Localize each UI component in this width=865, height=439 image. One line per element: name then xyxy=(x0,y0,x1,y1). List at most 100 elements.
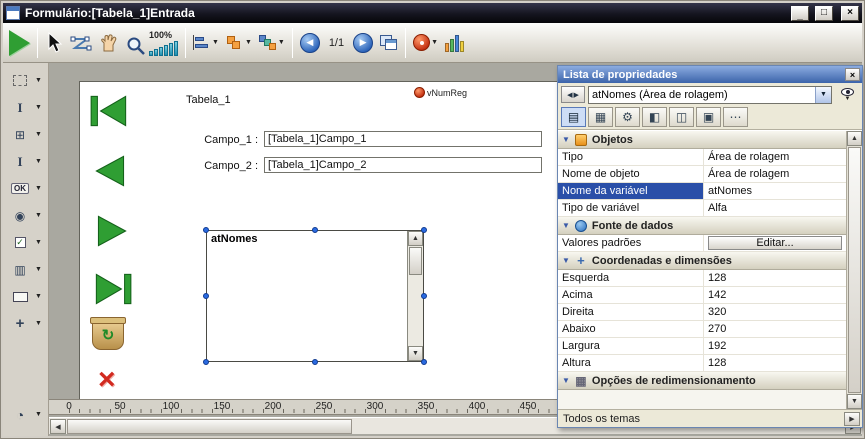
campo2-field-object[interactable]: [Tabela_1]Campo_2 xyxy=(264,157,542,173)
chevron-down-icon[interactable]: ▼ xyxy=(35,77,42,84)
selection-handle[interactable] xyxy=(203,359,209,365)
tool-list-box[interactable]: ▥▼ xyxy=(9,260,42,279)
property-value[interactable]: 128 xyxy=(704,270,846,286)
property-label[interactable]: Altura xyxy=(558,355,704,371)
chevron-down-icon[interactable]: ▼ xyxy=(35,266,42,273)
property-value[interactable]: 270 xyxy=(704,321,846,337)
numreg-variable-object[interactable]: vNumReg xyxy=(414,87,467,98)
property-label[interactable]: Esquerda xyxy=(558,270,704,286)
tab-list-view[interactable]: ▤ xyxy=(561,107,586,127)
chevron-down-icon[interactable]: ▼ xyxy=(815,87,831,103)
selection-handle[interactable] xyxy=(203,227,209,233)
scroll-left-icon[interactable]: ◀ xyxy=(50,419,66,434)
tool-button[interactable]: OK▼ xyxy=(9,179,42,198)
object-prev-next-button[interactable]: ◀ ▶ xyxy=(561,86,585,103)
selection-handle[interactable] xyxy=(421,227,427,233)
chevron-down-icon[interactable]: ▼ xyxy=(35,158,42,165)
form-pages-button[interactable] xyxy=(380,35,398,51)
scroll-up-icon[interactable]: ▲ xyxy=(847,131,862,146)
entry-order-tool-button[interactable] xyxy=(70,34,92,52)
property-grid-scrollbar[interactable]: ▲ ▼ xyxy=(846,131,862,409)
first-record-button[interactable] xyxy=(88,92,134,130)
maximize-button[interactable]: □ xyxy=(815,6,833,21)
next-record-button[interactable] xyxy=(88,212,134,250)
property-label[interactable]: Nome da variável xyxy=(558,183,704,199)
property-value[interactable]: 142 xyxy=(704,287,846,303)
property-value[interactable]: Alfa xyxy=(704,200,846,216)
tool-radio-button[interactable]: ◉▼ xyxy=(9,206,42,225)
chevron-down-icon[interactable]: ▼ xyxy=(35,320,42,327)
object-selector-dropdown[interactable]: atNomes (Área de rolagem) ▼ xyxy=(588,86,832,104)
previous-record-button[interactable] xyxy=(88,152,134,190)
close-button[interactable]: × xyxy=(841,6,859,21)
tab-coordinates[interactable]: ◧ xyxy=(642,107,667,127)
edit-default-values-button[interactable]: Editar... xyxy=(708,236,842,250)
campo2-label-object[interactable]: Campo_2 : xyxy=(192,160,258,172)
chevron-down-icon[interactable]: ▼ xyxy=(35,212,42,219)
scrollbar-thumb[interactable] xyxy=(67,419,352,434)
form-events-button[interactable]: ▼ xyxy=(413,34,438,51)
tab-more[interactable]: ⋯ xyxy=(723,107,748,127)
scroll-up-icon[interactable]: ▲ xyxy=(408,231,423,246)
selection-handle[interactable] xyxy=(312,359,318,365)
tool-clock[interactable]: ◔▼ xyxy=(9,405,42,424)
selection-handle[interactable] xyxy=(203,293,209,299)
tool-rectangle[interactable]: ▼ xyxy=(9,287,42,306)
scroll-right-icon[interactable]: ▶ xyxy=(844,412,860,426)
preview-toggle-button[interactable]: ▼ xyxy=(835,85,859,105)
chevron-down-icon[interactable]: ▼ xyxy=(245,39,252,46)
property-value[interactable]: Área de rolagem xyxy=(704,166,846,182)
property-value[interactable]: 192 xyxy=(704,338,846,354)
scroll-down-icon[interactable]: ▼ xyxy=(408,346,423,361)
tab-settings[interactable]: ⚙ xyxy=(615,107,640,127)
chevron-down-icon[interactable]: ▼ xyxy=(212,39,219,46)
tool-group-box[interactable]: ⊞▼ xyxy=(9,125,42,144)
chevron-down-icon[interactable]: ▼ xyxy=(278,39,285,46)
chevron-down-icon[interactable]: ▼ xyxy=(35,131,42,138)
selection-handle[interactable] xyxy=(421,359,427,365)
chevron-down-icon[interactable]: ▼ xyxy=(35,239,42,246)
chevron-down-icon[interactable]: ▼ xyxy=(35,293,42,300)
property-value[interactable]: Área de rolagem xyxy=(704,149,846,165)
property-label[interactable]: Tipo de variável xyxy=(558,200,704,216)
property-label[interactable]: Acima xyxy=(558,287,704,303)
align-objects-button[interactable]: ▼ xyxy=(193,35,219,50)
property-label[interactable]: Valores padrões xyxy=(558,235,704,251)
campo1-label-object[interactable]: Campo_1 : xyxy=(192,134,258,146)
cancel-button-object[interactable]: × xyxy=(98,366,116,394)
run-form-button[interactable] xyxy=(9,30,30,56)
zoom-scale-icon[interactable] xyxy=(149,41,178,56)
property-value[interactable]: 128 xyxy=(704,355,846,371)
section-header-objects[interactable]: ▼ Objetos xyxy=(558,131,846,149)
select-tool-button[interactable] xyxy=(45,32,63,54)
object-level-button[interactable]: ▼ xyxy=(259,35,285,50)
tab-events[interactable]: ◫ xyxy=(669,107,694,127)
property-label[interactable]: Largura xyxy=(558,338,704,354)
next-page-button[interactable]: ▶ xyxy=(353,33,373,53)
previous-page-button[interactable]: ◀ xyxy=(300,33,320,53)
chevron-down-icon[interactable]: ▼ xyxy=(35,411,42,418)
property-label[interactable]: Nome de objeto xyxy=(558,166,704,182)
scrollbar-thumb[interactable] xyxy=(409,247,422,275)
tool-combo-box[interactable]: I▼ xyxy=(9,152,42,171)
tab-appearance[interactable]: ▦ xyxy=(588,107,613,127)
tool-text[interactable]: I▼ xyxy=(9,98,42,117)
scrollbar-track[interactable] xyxy=(408,276,423,346)
scroll-area-object[interactable]: atNomes ▲ ▼ xyxy=(206,230,424,362)
chevron-down-icon[interactable]: ▼ xyxy=(431,39,438,46)
minimize-button[interactable]: _ xyxy=(791,6,809,21)
scroll-down-icon[interactable]: ▼ xyxy=(847,394,862,409)
section-header-resizing-options[interactable]: ▼ ▦ Opções de redimensionamento xyxy=(558,372,846,390)
section-header-coordinates[interactable]: ▼ + Coordenadas e dimensões xyxy=(558,252,846,270)
chevron-down-icon[interactable]: ▼ xyxy=(35,104,42,111)
selection-handle[interactable] xyxy=(312,227,318,233)
display-options-button[interactable] xyxy=(445,34,464,52)
property-value[interactable]: 320 xyxy=(704,304,846,320)
scrollbar-thumb[interactable] xyxy=(848,147,861,393)
duplicate-objects-button[interactable]: ▼ xyxy=(226,35,252,50)
zoom-control[interactable]: 100% xyxy=(126,30,178,56)
chevron-down-icon[interactable]: ▼ xyxy=(35,185,42,192)
tool-splitter[interactable]: +▼ xyxy=(9,314,42,333)
property-label[interactable]: Abaixo xyxy=(558,321,704,337)
pan-tool-button[interactable] xyxy=(99,33,119,53)
